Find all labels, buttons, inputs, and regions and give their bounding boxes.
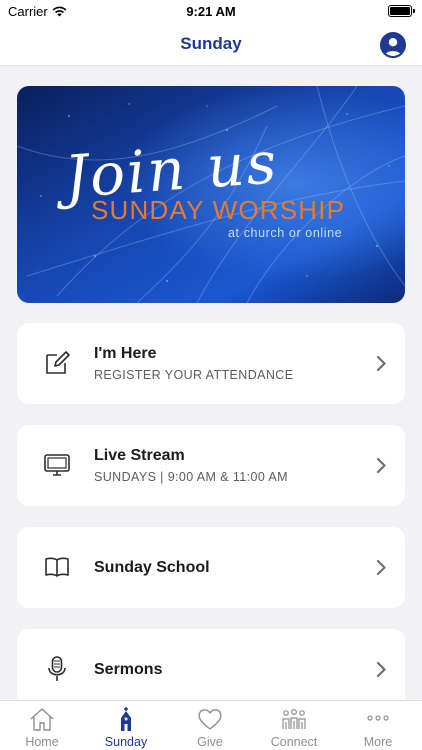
tab-connect[interactable]: Connect bbox=[252, 701, 336, 750]
church-icon bbox=[121, 707, 131, 731]
card-title: Live Stream bbox=[94, 447, 185, 464]
tab-bar: Home Sunday Give Connect More bbox=[0, 700, 422, 750]
hero-subline: at church or online bbox=[228, 226, 342, 240]
tab-more[interactable]: More bbox=[336, 701, 420, 750]
tab-label: Connect bbox=[270, 735, 318, 749]
status-time: 9:21 AM bbox=[186, 4, 236, 19]
monitor-icon bbox=[44, 454, 70, 476]
card-title: Sermons bbox=[94, 661, 163, 678]
edit-icon bbox=[46, 351, 70, 374]
card-sermons[interactable]: Sermons bbox=[17, 629, 405, 710]
profile-button[interactable] bbox=[380, 32, 406, 58]
card-live-stream[interactable]: Live Stream SUNDAYS | 9:00 AM & 11:00 AM bbox=[17, 425, 405, 506]
people-icon bbox=[282, 708, 306, 729]
book-icon bbox=[45, 557, 69, 577]
page-title: Sunday bbox=[180, 34, 242, 53]
user-icon bbox=[382, 34, 404, 56]
card-title: Sunday School bbox=[94, 559, 210, 576]
navigation-bar: Sunday bbox=[0, 24, 422, 66]
hero-headline: SUNDAY WORSHIP bbox=[91, 195, 345, 225]
tab-label: Give bbox=[197, 735, 223, 749]
tab-give[interactable]: Give bbox=[168, 701, 252, 750]
hero-banner[interactable]: Join us SUNDAY WORSHIP at church or onli… bbox=[17, 86, 405, 303]
tab-sunday[interactable]: Sunday bbox=[84, 701, 168, 750]
heart-icon bbox=[198, 709, 222, 730]
chevron-right-icon bbox=[376, 661, 386, 678]
tab-label: Home bbox=[25, 735, 59, 749]
tab-home[interactable]: Home bbox=[0, 701, 84, 750]
card-subtitle: SUNDAYS | 9:00 AM & 11:00 AM bbox=[94, 470, 288, 484]
card-title: I'm Here bbox=[94, 345, 157, 362]
battery-icon bbox=[388, 5, 415, 17]
card-im-here[interactable]: I'm Here REGISTER YOUR ATTENDANCE bbox=[17, 323, 405, 404]
house-icon bbox=[30, 708, 54, 731]
chevron-right-icon bbox=[376, 457, 386, 474]
status-bar: Carrier 9:21 AM bbox=[0, 0, 422, 24]
microphone-icon bbox=[48, 656, 66, 681]
card-subtitle: REGISTER YOUR ATTENDANCE bbox=[94, 368, 294, 382]
tab-label: More bbox=[363, 735, 393, 749]
chevron-right-icon bbox=[376, 559, 386, 576]
ellipsis-icon bbox=[367, 715, 389, 721]
chevron-right-icon bbox=[376, 355, 386, 372]
card-sunday-school[interactable]: Sunday School bbox=[17, 527, 405, 608]
tab-label: Sunday bbox=[104, 735, 148, 749]
